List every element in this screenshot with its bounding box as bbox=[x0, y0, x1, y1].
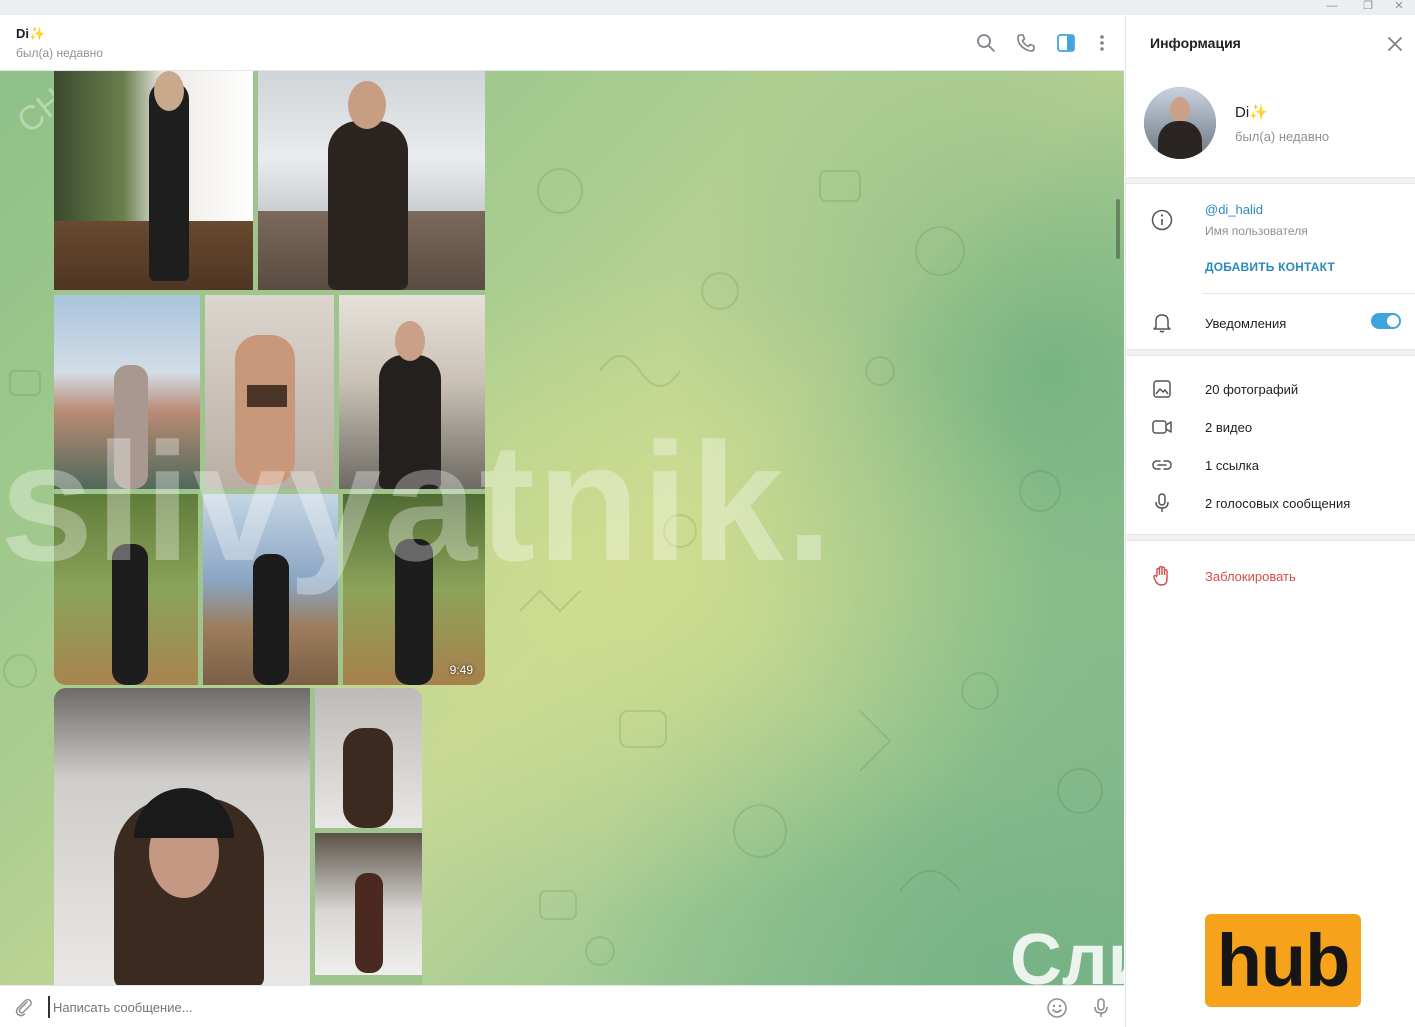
profile-username[interactable]: @di_halid bbox=[1205, 202, 1263, 217]
phone-icon[interactable] bbox=[1014, 31, 1038, 55]
more-vert-icon[interactable] bbox=[1090, 31, 1114, 55]
username-hint: Имя пользователя bbox=[1205, 224, 1308, 238]
emoji-icon[interactable] bbox=[1045, 996, 1069, 1020]
search-icon[interactable] bbox=[974, 31, 998, 55]
chat-status: был(а) недавно bbox=[16, 46, 103, 60]
media-videos[interactable]: 2 видео bbox=[1205, 420, 1252, 435]
message-composer bbox=[0, 985, 1124, 1027]
album2-photo-1[interactable] bbox=[54, 688, 310, 985]
block-user-button[interactable]: Заблокировать bbox=[1205, 569, 1296, 584]
hub-logo-text: hub bbox=[1216, 919, 1351, 1002]
mic-icon bbox=[1150, 491, 1174, 515]
notifications-toggle[interactable] bbox=[1371, 313, 1401, 329]
message-time: 9:49 bbox=[449, 663, 473, 677]
media-voice[interactable]: 2 голосовых сообщения bbox=[1205, 496, 1350, 511]
watermark-corner: Сли bbox=[1010, 920, 1124, 985]
chat-scrollbar[interactable] bbox=[1116, 199, 1120, 259]
watermark-large: slivyatnik. bbox=[0, 408, 835, 596]
minimize-button[interactable]: — bbox=[1314, 0, 1350, 15]
row-divider bbox=[1202, 293, 1415, 294]
album-photo-2[interactable] bbox=[258, 71, 485, 290]
notifications-label: Уведомления bbox=[1205, 316, 1287, 331]
window-titlebar: — ❐ ✕ bbox=[0, 0, 1415, 15]
chat-title[interactable]: Di✨ bbox=[16, 26, 45, 42]
toggle-knob bbox=[1387, 315, 1399, 327]
media-links[interactable]: 1 ссылка bbox=[1205, 458, 1259, 473]
video-icon bbox=[1150, 415, 1174, 439]
info-icon bbox=[1150, 208, 1174, 232]
add-contact-button[interactable]: ДОБАВИТЬ КОНТАКТ bbox=[1205, 260, 1335, 274]
hub-logo: hub bbox=[1205, 914, 1361, 1007]
section-divider bbox=[1126, 177, 1415, 184]
close-window-button[interactable]: ✕ bbox=[1381, 0, 1415, 15]
album2-photo-3[interactable] bbox=[315, 833, 422, 975]
attach-icon[interactable] bbox=[12, 996, 34, 1018]
section-divider bbox=[1126, 349, 1415, 356]
album2-photo-2[interactable] bbox=[315, 688, 422, 828]
photo-album-2[interactable] bbox=[54, 688, 422, 985]
chat-header[interactable]: Di✨ был(а) недавно bbox=[0, 15, 1124, 71]
profile-avatar[interactable] bbox=[1144, 87, 1216, 159]
close-icon[interactable] bbox=[1384, 33, 1406, 55]
chat-wallpaper: CHECKYOU.ME bbox=[0, 71, 1124, 985]
profile-status: был(а) недавно bbox=[1235, 129, 1330, 144]
bell-icon bbox=[1150, 310, 1174, 334]
mic-icon[interactable] bbox=[1089, 996, 1113, 1020]
photo-icon bbox=[1150, 377, 1174, 401]
info-panel-title: Информация bbox=[1150, 35, 1241, 51]
chat-pane: Di✨ был(а) недавно CHECKYOU.ME bbox=[0, 15, 1124, 1027]
link-icon bbox=[1150, 453, 1174, 477]
block-hand-icon bbox=[1150, 564, 1174, 588]
media-photos[interactable]: 20 фотографий bbox=[1205, 382, 1298, 397]
sidebar-toggle-icon[interactable] bbox=[1054, 31, 1078, 55]
profile-name: Di✨ bbox=[1235, 104, 1268, 121]
album-photo-1[interactable] bbox=[54, 71, 253, 290]
section-divider bbox=[1126, 534, 1415, 541]
message-input[interactable] bbox=[48, 996, 1008, 1018]
info-panel: Информация Di✨ был(а) недавно @di_halid … bbox=[1125, 15, 1415, 1027]
